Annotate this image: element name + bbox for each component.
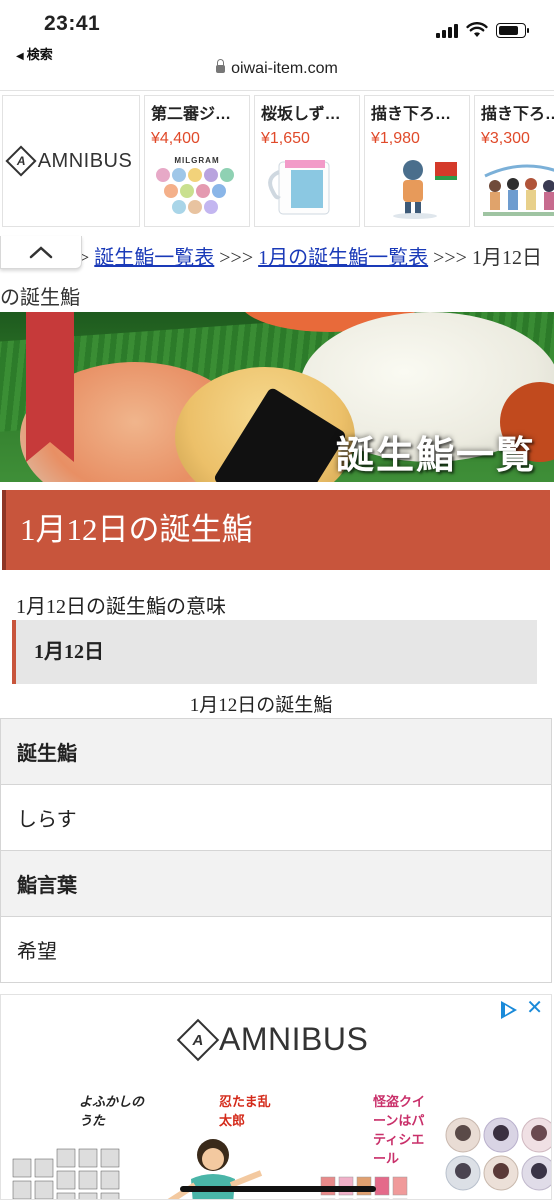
table-row: しらす	[0, 784, 552, 851]
table-row: 鮨言葉	[0, 850, 552, 917]
ad-product-title: 桜坂しず…	[261, 106, 341, 123]
breadcrumb-link-january-list[interactable]: 1月の誕生鮨一覧表	[258, 247, 428, 269]
hero-title: 誕生鮨一覧	[335, 435, 536, 477]
cellular-signal-icon	[436, 23, 458, 38]
hero-banner: 誕生鮨一覧	[0, 312, 554, 482]
badge-set-image: MILGRAM	[151, 156, 243, 220]
breadcrumb-separator: >>>	[219, 247, 254, 269]
top-ad-banner[interactable]: A AMNIBUS 第二審ジ… ¥4,400 MILGRAM 桜坂しず… ¥1,…	[0, 90, 554, 231]
table-header-cell: 誕生鮨	[0, 718, 552, 785]
lock-icon	[216, 59, 226, 73]
amnibus-logo-icon: A	[176, 1018, 220, 1061]
ad-product-card[interactable]: 第二審ジ… ¥4,400 MILGRAM	[144, 95, 250, 227]
ad-product-title: 第二審ジ…	[151, 106, 232, 123]
wifi-icon	[466, 22, 488, 37]
birthday-sushi-table: 誕生鮨 しらす 鮨言葉 希望	[0, 718, 552, 983]
group-illustration-image	[481, 156, 554, 220]
ad-product-title: 描き下ろ…	[481, 106, 554, 123]
ad-product-card[interactable]: 描き下ろ… ¥1,980	[364, 95, 470, 227]
promo-title: よふかしのうた	[79, 1094, 145, 1128]
meaning-heading: 1月12日の誕生鮨の意味	[16, 596, 226, 618]
acrylic-stand-image	[371, 156, 463, 220]
promo-title: 忍たま乱太郎	[219, 1094, 271, 1128]
breadcrumb-link-birthday-sushi-list[interactable]: 誕生鮨一覧表	[94, 247, 214, 269]
ad-brand-logo[interactable]: A AMNIBUS	[2, 95, 140, 227]
table-row: 希望	[0, 916, 552, 983]
url-text: oiwai-item.com	[231, 60, 338, 77]
table-value-cell: しらす	[0, 784, 552, 851]
status-bar: 23:41 ◀ 検索 oiwai-item.com	[0, 0, 554, 86]
ad-close-icon[interactable]: ✕	[526, 995, 543, 1020]
date-heading: 1月12日	[34, 641, 104, 663]
adchoices-icon[interactable]	[501, 1001, 517, 1019]
breadcrumb: > 誕生鮨一覧表 >>> 1月の誕生鮨一覧表 >>> 1月12日の誕生鮨	[0, 238, 554, 318]
ad-product-price: ¥3,300	[481, 130, 530, 147]
page-title: 1月12日の誕生鮨	[20, 512, 253, 547]
chevron-up-icon	[29, 246, 53, 259]
system-icons	[436, 22, 529, 38]
battery-icon	[496, 22, 529, 38]
address-bar[interactable]: oiwai-item.com	[0, 59, 554, 78]
ad-product-price: ¥1,980	[371, 130, 420, 147]
collapse-ad-button[interactable]	[0, 236, 82, 269]
ad-brand-name: AMNIBUS	[37, 149, 133, 172]
mug-image	[261, 156, 353, 220]
ad-product-card[interactable]: 桜坂しず… ¥1,650	[254, 95, 360, 227]
ad-product-card[interactable]: 描き下ろ… ¥3,300	[474, 95, 554, 227]
amnibus-logo-icon: A	[5, 145, 37, 177]
bottom-ad-banner[interactable]: ✕ A AMNIBUS よふかしのうた 忍たま乱太郎 怪盗クイーンはパティシエー…	[0, 994, 552, 1200]
promo-card[interactable]	[441, 1115, 551, 1199]
ad-product-price: ¥4,400	[151, 130, 200, 147]
table-caption: 1月12日の誕生鮨	[189, 695, 333, 716]
ad-brand-logo[interactable]: A AMNIBUS	[176, 1018, 369, 1061]
table-row: 誕生鮨	[0, 718, 552, 785]
ad-product-list: 第二審ジ… ¥4,400 MILGRAM 桜坂しず… ¥1,650 描き下ろ… …	[144, 95, 554, 227]
promo-card[interactable]: 怪盗クイーンはパティシエール	[317, 1091, 437, 1199]
promo-title: 怪盗クイーンはパティシエール	[373, 1094, 426, 1166]
promo-card[interactable]: よふかしのうた	[9, 1091, 149, 1199]
table-header-cell: 鮨言葉	[0, 850, 552, 917]
ad-brand-name: AMNIBUS	[219, 1021, 369, 1057]
page-title-bar: 1月12日の誕生鮨	[2, 490, 550, 570]
promo-card[interactable]: 忍たま乱太郎	[161, 1091, 271, 1199]
date-heading-box: 1月12日	[12, 620, 537, 684]
ribbon-decoration	[26, 312, 74, 462]
home-indicator[interactable]	[180, 1186, 376, 1192]
table-value-cell: 希望	[0, 916, 552, 983]
ad-product-price: ¥1,650	[261, 130, 310, 147]
clock: 23:41	[44, 12, 101, 35]
breadcrumb-separator: >>>	[433, 247, 467, 269]
ad-product-title: 描き下ろ…	[371, 106, 452, 123]
product-image-text: MILGRAM	[174, 156, 220, 165]
